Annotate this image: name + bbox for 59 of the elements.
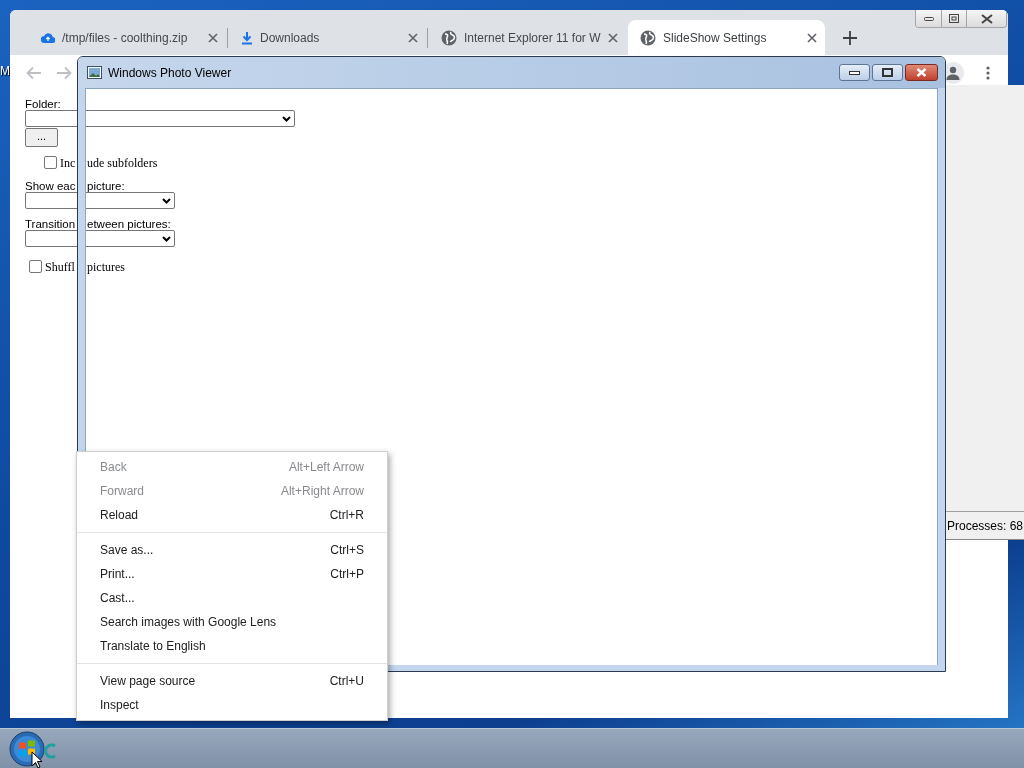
checkbox-label: Shuffl: [45, 260, 75, 275]
restore-button[interactable]: [941, 10, 966, 27]
chevron-down-icon: [162, 235, 171, 242]
process-count: Processes: 68: [946, 518, 1024, 533]
window-title: Windows Photo Viewer: [108, 65, 233, 80]
download-icon: [241, 30, 253, 45]
minimize-button[interactable]: [916, 10, 941, 27]
menu-item[interactable]: Print... Ctrl+P: [77, 562, 387, 586]
browser-tab[interactable]: Internet Explorer 11 for W: [429, 20, 626, 55]
browse-button[interactable]: ...: [25, 128, 58, 147]
minimize-icon: [849, 70, 860, 75]
field-label: Folder:: [25, 98, 61, 110]
menu-item[interactable]: View page source Ctrl+U: [77, 669, 387, 693]
field-label: etween pictures:: [87, 218, 171, 230]
field-label: picture:: [87, 180, 125, 192]
cloud-icon: [41, 32, 55, 43]
menu-item[interactable]: Reload Ctrl+R: [77, 503, 387, 527]
close-icon: [916, 68, 927, 77]
picture-frame-icon: [87, 66, 102, 79]
minimize-icon: [923, 16, 934, 21]
new-tab-icon[interactable]: [843, 31, 857, 45]
tab-close-icon[interactable]: [208, 32, 218, 43]
menu-item[interactable]: Translate to English: [77, 634, 387, 658]
browser-tab[interactable]: SlideShow Settings: [628, 20, 825, 55]
tab-close-icon[interactable]: [608, 32, 618, 43]
browser-tab[interactable]: /tmp/files - coolthing.zip: [29, 20, 226, 55]
chevron-down-icon: [282, 115, 291, 122]
dropdown-field[interactable]: [25, 192, 175, 209]
app-icon[interactable]: [43, 741, 57, 760]
checkbox-label: pictures: [87, 260, 125, 275]
field-label: Transition: [25, 218, 76, 230]
checkbox-label: ude subfolders: [87, 156, 158, 171]
minimize-button[interactable]: [839, 64, 870, 81]
tab-close-icon[interactable]: [408, 32, 418, 43]
close-button[interactable]: [966, 10, 1006, 27]
field-label: Show eac: [25, 180, 76, 192]
globe-icon: [640, 29, 656, 46]
menu-item[interactable]: Search images with Google Lens: [77, 610, 387, 634]
menu-icon[interactable]: [986, 65, 990, 80]
menu-item[interactable]: Cast...: [77, 586, 387, 610]
checkbox-label: Inc: [60, 156, 76, 171]
close-icon: [980, 13, 993, 24]
chevron-down-icon: [162, 197, 171, 204]
dropdown-field[interactable]: [25, 110, 295, 127]
maximize-icon: [882, 68, 893, 77]
cursor-icon: [31, 751, 43, 768]
dropdown-field[interactable]: [25, 230, 175, 247]
browser-tab[interactable]: Downloads: [229, 20, 426, 55]
person-icon: [946, 65, 960, 80]
tab-close-icon[interactable]: [807, 32, 817, 43]
menu-item[interactable]: Save as... Ctrl+S: [77, 538, 387, 562]
desktop-icon-label[interactable]: M: [0, 64, 10, 78]
close-button[interactable]: [905, 64, 938, 81]
maximize-button[interactable]: [872, 64, 903, 81]
menu-item[interactable]: Inspect: [77, 693, 387, 717]
restore-icon: [949, 14, 959, 23]
checkbox[interactable]: [44, 155, 57, 169]
checkbox[interactable]: [29, 259, 42, 273]
globe-icon: [441, 29, 457, 46]
